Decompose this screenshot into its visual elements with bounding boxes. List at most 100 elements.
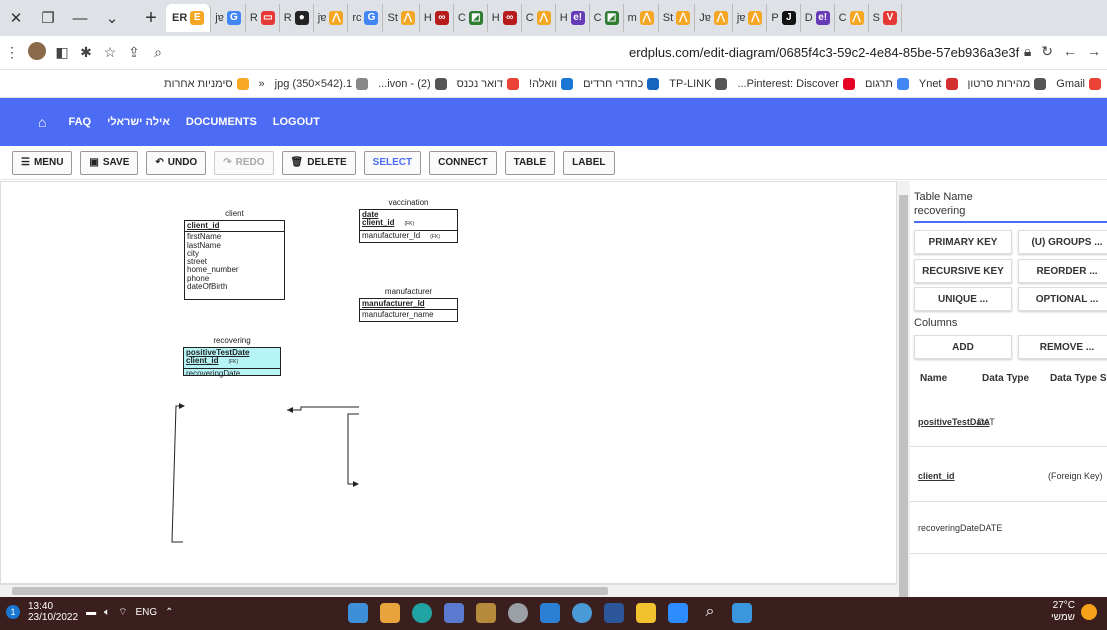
chrome-app-icon[interactable] — [572, 603, 592, 623]
restore-window-icon[interactable]: ❐ — [32, 9, 64, 27]
browser-tab[interactable]: jɐ ⋀ — [314, 4, 349, 32]
nav-user[interactable]: אילה ישראלי — [107, 116, 170, 128]
notification-icon[interactable]: 1 — [6, 605, 20, 619]
weather-widget[interactable]: 27°C שמשי — [1051, 600, 1097, 624]
select-button[interactable]: SELECT — [363, 150, 422, 175]
browser-tab[interactable]: St ⋀ — [659, 4, 696, 32]
delete-button[interactable]: 🗑︎ DELETE — [281, 150, 356, 175]
language-indicator[interactable]: ENG — [135, 607, 157, 618]
extensions-icon[interactable]: ✱ — [74, 44, 98, 61]
bookmark-item[interactable]: תרגום — [865, 77, 909, 90]
zoom-app-icon[interactable] — [668, 603, 688, 623]
photos-app-icon[interactable] — [348, 603, 368, 623]
reorder-button[interactable]: REORDER ... — [1018, 259, 1107, 283]
minimize-window-icon[interactable]: — — [64, 10, 96, 27]
bookmark-item[interactable]: סימניות אחרות — [164, 77, 249, 90]
browser-tab[interactable]: C ⋀ — [522, 4, 556, 32]
tab-search-icon[interactable]: ⌄ — [96, 9, 128, 27]
browser-tab[interactable]: R ● — [280, 4, 314, 32]
bookmark-item[interactable]: « — [259, 78, 265, 90]
home-icon[interactable]: ⌂ — [38, 114, 46, 130]
table-name-input[interactable]: recovering — [914, 205, 1107, 223]
nav-faq[interactable]: FAQ — [68, 116, 91, 128]
forward-icon[interactable]: → — [1087, 43, 1101, 60]
share-icon[interactable]: ⇪ — [122, 44, 146, 61]
browser-tab[interactable]: H ∞ — [420, 4, 454, 32]
entity-client[interactable]: client client_id firstName lastName city… — [184, 209, 285, 300]
save-button[interactable]: ▣ SAVE — [80, 150, 139, 175]
browser-tab[interactable]: C ◩ — [590, 4, 624, 32]
redo-button[interactable]: ↷ REDO — [214, 150, 274, 175]
bookmark-item[interactable]: כחדרי חרדים — [583, 77, 660, 90]
browser-tab[interactable]: PJ — [767, 4, 801, 32]
label-button[interactable]: LABEL — [563, 150, 615, 175]
bookmark-item[interactable]: Ynet — [919, 77, 958, 90]
nav-logout[interactable]: LOGOUT — [273, 116, 320, 128]
url-text[interactable]: erdplus.com/edit-diagram/0685f4c3-59c2-4… — [629, 45, 1019, 60]
add-column-button[interactable]: ADD — [914, 335, 1012, 359]
search-icon[interactable]: ⌕ — [700, 603, 720, 623]
diagram-canvas[interactable]: client client_id firstName lastName city… — [0, 181, 897, 584]
browser-tab[interactable]: ER E — [166, 4, 212, 32]
u-groups-button[interactable]: (U) GROUPS ... — [1018, 230, 1107, 254]
browser-tab[interactable]: m ⋀ — [624, 4, 659, 32]
tray-expand-icon[interactable]: ⌃ — [165, 607, 173, 618]
menu-button[interactable]: ☰ MENU — [12, 150, 73, 175]
horizontal-scrollbar[interactable] — [0, 584, 897, 597]
bookmark-item[interactable]: TP-LINK — [669, 77, 728, 90]
bookmark-item[interactable]: 1.jpg (350×542) — [275, 77, 369, 90]
remove-column-button[interactable]: REMOVE ... — [1018, 335, 1107, 359]
word-icon[interactable] — [604, 603, 624, 623]
column-row[interactable]: client_id (Foreign Key) — [918, 471, 1107, 481]
bookmark-item[interactable]: מהירות סרטון — [968, 77, 1047, 90]
entity-recovering[interactable]: recovering positiveTestDate client_id (FK… — [183, 336, 281, 377]
recursive-key-button[interactable]: RECURSIVE KEY — [914, 259, 1012, 283]
column-row[interactable]: positiveTestDateDAT — [918, 417, 1107, 427]
primary-key-button[interactable]: PRIMARY KEY — [914, 230, 1012, 254]
browser-tab[interactable]: rc G — [348, 4, 384, 32]
connect-button[interactable]: CONNECT — [429, 150, 497, 175]
close-window-icon[interactable]: ✕ — [0, 9, 32, 27]
browser-tab[interactable]: St ⋀ — [383, 4, 420, 32]
lock-icon[interactable]: 🔒︎ — [1024, 43, 1031, 60]
back-icon[interactable]: ← — [1063, 43, 1077, 60]
edge-icon[interactable] — [412, 603, 432, 623]
bookmark-item[interactable]: (2) - ivon... — [378, 77, 447, 90]
file-explorer-icon[interactable] — [636, 603, 656, 623]
vscode-icon[interactable] — [540, 603, 560, 623]
vertical-scrollbar[interactable] — [897, 181, 910, 605]
reload-icon[interactable]: ↻ — [1041, 43, 1053, 60]
browser-tab[interactable]: De! — [801, 4, 835, 32]
horizontal-scroll-thumb[interactable] — [12, 587, 608, 595]
nav-documents[interactable]: DOCUMENTS — [186, 116, 257, 128]
camera-icon[interactable]: ▬ — [86, 607, 96, 618]
bookmark-star-icon[interactable]: ☆ — [98, 44, 122, 61]
volume-icon[interactable]: 🔈︎ — [104, 607, 110, 618]
bookmark-item[interactable]: Gmail — [1056, 77, 1101, 90]
browser-tab[interactable]: He! — [556, 4, 590, 32]
clock[interactable]: 13:40 23/10/2022 — [28, 601, 78, 623]
menu-dots-icon[interactable]: ⋮ — [0, 44, 24, 61]
entity-manufacturer[interactable]: manufacturer manufacturer_Id manufacture… — [359, 287, 458, 322]
browser-tab[interactable]: jɐ G — [211, 4, 246, 32]
wifi-icon[interactable]: ⌔ — [118, 606, 127, 619]
new-tab-icon[interactable]: + — [136, 7, 166, 30]
optional-button[interactable]: OPTIONAL ... — [1018, 287, 1107, 311]
profile-avatar-icon[interactable] — [24, 42, 50, 63]
table-button[interactable]: TABLE — [504, 150, 556, 175]
unique-button[interactable]: UNIQUE ... — [914, 287, 1012, 311]
app-icon[interactable] — [476, 603, 496, 623]
browser-tab[interactable]: C ◩ — [454, 4, 488, 32]
column-row[interactable]: recoveringDateDATE — [918, 523, 1107, 533]
vertical-scroll-thumb[interactable] — [899, 195, 908, 605]
entity-vaccination[interactable]: vaccination date client_id (FK) manufactu… — [359, 198, 458, 243]
browser-tab[interactable]: R ▭ — [246, 4, 280, 32]
bookmark-item[interactable]: Pinterest: Discover... — [737, 77, 855, 90]
bookmark-item[interactable]: וואלה! — [529, 77, 574, 90]
settings-icon[interactable] — [508, 603, 528, 623]
start-icon[interactable] — [732, 603, 752, 623]
bookmark-item[interactable]: דואר נכנס — [457, 77, 520, 90]
browser-tab[interactable]: SV — [869, 4, 902, 32]
browser-tab[interactable]: H ∞ — [488, 4, 522, 32]
browser-tab[interactable]: Jɐ ⋀ — [695, 4, 733, 32]
